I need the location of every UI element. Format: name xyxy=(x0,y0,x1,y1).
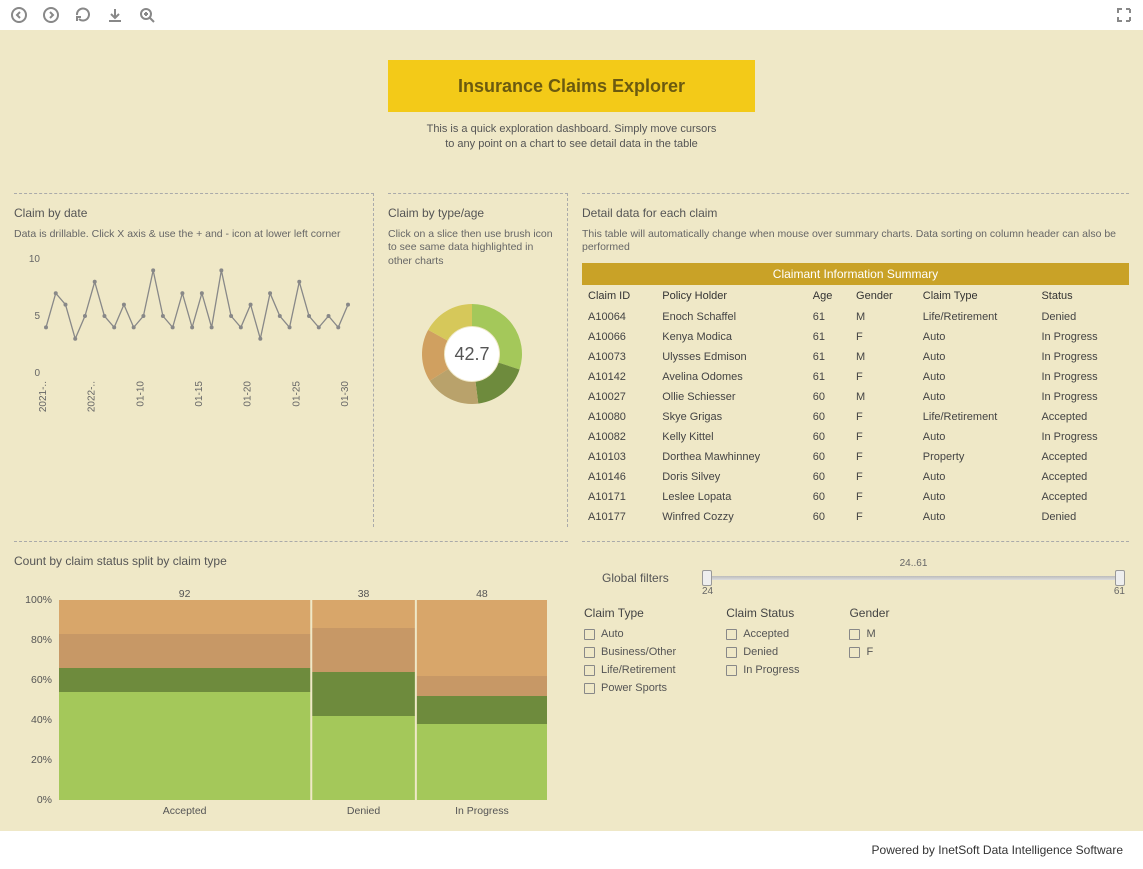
checkbox-icon xyxy=(584,629,595,640)
dashboard-canvas: Insurance Claims Explorer This is a quic… xyxy=(0,30,1143,831)
filter-option[interactable]: Accepted xyxy=(726,628,799,640)
filter-option[interactable]: Business/Other xyxy=(584,646,676,658)
svg-text:Accepted: Accepted xyxy=(163,805,207,817)
svg-text:2022-..: 2022-.. xyxy=(87,381,98,412)
filter-option[interactable]: In Progress xyxy=(726,664,799,676)
svg-text:0: 0 xyxy=(34,368,40,379)
table-strip: Claimant Information Summary xyxy=(582,263,1129,285)
panel-title: Detail data for each claim xyxy=(582,206,1129,220)
table-row[interactable]: A10027Ollie Schiesser60MAutoIn Progress xyxy=(582,387,1129,407)
refresh-icon[interactable] xyxy=(74,6,92,24)
svg-text:0%: 0% xyxy=(37,794,52,806)
filter-claim-type: Claim Type AutoBusiness/OtherLife/Retire… xyxy=(584,606,676,700)
panel-mekko: Count by claim status split by claim typ… xyxy=(14,541,568,827)
panel-title: Claim by type/age xyxy=(388,206,555,220)
svg-text:60%: 60% xyxy=(31,674,52,686)
back-icon[interactable] xyxy=(10,6,28,24)
filter-option[interactable]: F xyxy=(849,646,889,658)
table-row[interactable]: A10080Skye Grigas60FLife/RetirementAccep… xyxy=(582,407,1129,427)
panel-hint: Click on a slice then use brush icon to … xyxy=(388,228,555,269)
col-header[interactable]: Status xyxy=(1035,285,1129,307)
svg-text:42.7: 42.7 xyxy=(454,343,489,363)
fullscreen-icon[interactable] xyxy=(1115,6,1133,24)
panel-claim-by-date: Claim by date Data is drillable. Click X… xyxy=(14,193,374,527)
slider-label: Global filters xyxy=(602,571,682,585)
mekko-chart[interactable]: 0% 20% 40% 60% 80% 100% 92 Accepted 38 Denied 48 In… xyxy=(14,584,554,824)
checkbox-icon xyxy=(726,647,737,658)
svg-text:100%: 100% xyxy=(25,594,52,606)
svg-text:2021-..: 2021-.. xyxy=(38,381,49,412)
svg-text:20%: 20% xyxy=(31,754,52,766)
download-icon[interactable] xyxy=(106,6,124,24)
checkbox-icon xyxy=(584,665,595,676)
svg-text:80%: 80% xyxy=(31,634,52,646)
filter-option[interactable]: Life/Retirement xyxy=(584,664,676,676)
checkbox-icon xyxy=(584,647,595,658)
svg-text:92: 92 xyxy=(179,588,191,600)
svg-text:38: 38 xyxy=(358,588,370,600)
table-row[interactable]: A10103Dorthea Mawhinney60FPropertyAccept… xyxy=(582,447,1129,467)
checkbox-icon xyxy=(849,629,860,640)
filter-option[interactable]: M xyxy=(849,628,889,640)
col-header[interactable]: Claim Type xyxy=(917,285,1036,307)
panel-type-age: Claim by type/age Click on a slice then … xyxy=(388,193,568,527)
svg-text:5: 5 xyxy=(34,311,40,322)
svg-text:01-25: 01-25 xyxy=(291,381,302,407)
table-row[interactable]: A10064Enoch Schaffel61MLife/RetirementDe… xyxy=(582,307,1129,327)
svg-text:40%: 40% xyxy=(31,714,52,726)
table-row[interactable]: A10171Leslee Lopata60FAutoAccepted xyxy=(582,487,1129,507)
table-row[interactable]: A10073Ulysses Edmison61MAutoIn Progress xyxy=(582,347,1129,367)
panel-title: Count by claim status split by claim typ… xyxy=(14,554,568,568)
toolbar xyxy=(0,0,1143,30)
svg-text:01-10: 01-10 xyxy=(135,381,146,407)
svg-text:48: 48 xyxy=(476,588,488,600)
col-header[interactable]: Policy Holder xyxy=(656,285,807,307)
title-ribbon: Insurance Claims Explorer xyxy=(388,60,755,112)
table-row[interactable]: A10082Kelly Kittel60FAutoIn Progress xyxy=(582,427,1129,447)
forward-icon[interactable] xyxy=(42,6,60,24)
panel-hint: This table will automatically change whe… xyxy=(582,228,1129,255)
footer-text: Powered by InetSoft Data Intelligence So… xyxy=(0,831,1143,869)
checkbox-icon xyxy=(726,629,737,640)
svg-text:01-20: 01-20 xyxy=(243,381,254,407)
checkbox-icon xyxy=(849,647,860,658)
panel-hint: Data is drillable. Click X axis & use th… xyxy=(14,228,361,242)
checkbox-icon xyxy=(584,683,595,694)
zoom-icon[interactable] xyxy=(138,6,156,24)
page-title: Insurance Claims Explorer xyxy=(458,76,685,97)
svg-text:10: 10 xyxy=(29,254,41,265)
table-row[interactable]: A10177Winfred Cozzy60FAutoDenied xyxy=(582,507,1129,527)
filter-option[interactable]: Power Sports xyxy=(584,682,676,694)
col-header[interactable]: Claim ID xyxy=(582,285,656,307)
filter-claim-status: Claim Status AcceptedDeniedIn Progress xyxy=(726,606,799,700)
svg-text:01-30: 01-30 xyxy=(340,381,351,407)
age-slider[interactable]: 24..61 24 61 xyxy=(702,564,1125,592)
svg-text:01-15: 01-15 xyxy=(194,381,205,407)
col-header[interactable]: Gender xyxy=(850,285,917,307)
panel-detail: Detail data for each claim This table wi… xyxy=(582,193,1129,527)
table-row[interactable]: A10142Avelina Odomes61FAutoIn Progress xyxy=(582,367,1129,387)
panel-filters: Global filters 24..61 24 61 Claim Type A… xyxy=(582,541,1129,827)
checkbox-icon xyxy=(726,665,737,676)
table-row[interactable]: A10146Doris Silvey60FAutoAccepted xyxy=(582,467,1129,487)
filter-option[interactable]: Denied xyxy=(726,646,799,658)
filter-option[interactable]: Auto xyxy=(584,628,676,640)
svg-text:In Progress: In Progress xyxy=(455,805,509,817)
filter-gender: Gender MF xyxy=(849,606,889,700)
page-subtitle: This is a quick exploration dashboard. S… xyxy=(14,122,1129,153)
claims-table[interactable]: Claim IDPolicy HolderAgeGenderClaim Type… xyxy=(582,285,1129,527)
donut-chart[interactable]: 42.7 xyxy=(407,289,537,419)
col-header[interactable]: Age xyxy=(807,285,850,307)
svg-text:Denied: Denied xyxy=(347,805,380,817)
panel-title: Claim by date xyxy=(14,206,361,220)
table-row[interactable]: A10066Kenya Modica61FAutoIn Progress xyxy=(582,327,1129,347)
line-chart[interactable]: 0 5 10 2021-.. 2022-.. 01-10 01-15 01-20 01-25 01… xyxy=(14,251,354,421)
